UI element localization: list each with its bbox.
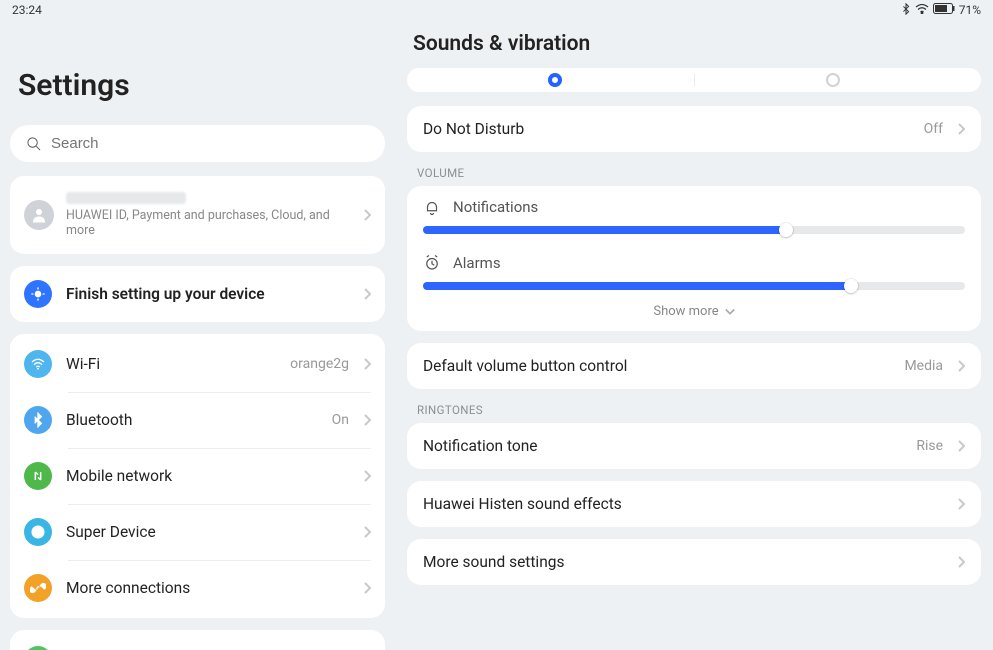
default-volume-value: Media — [904, 358, 943, 374]
bluetooth-value: On — [332, 412, 349, 428]
finish-setup-card[interactable]: Finish setting up your device — [10, 266, 385, 322]
account-card[interactable]: HUAWEI ID, Payment and purchases, Cloud,… — [10, 176, 385, 254]
wifi-label: Wi-Fi — [66, 355, 276, 373]
chevron-right-icon — [363, 414, 371, 426]
super-device-label: Super Device — [66, 523, 349, 541]
main-layout: Settings HUAWEI ID, Payment and purchase… — [0, 18, 993, 650]
bluetooth-icon — [24, 406, 52, 434]
wifi-icon — [915, 3, 929, 17]
notifications-slider[interactable] — [423, 226, 965, 234]
display-card: Home screen & wallpaper Display & bright… — [10, 630, 385, 650]
dnd-label: Do Not Disturb — [423, 120, 910, 138]
battery-icon — [933, 3, 955, 17]
dnd-card[interactable]: Do Not Disturb Off — [407, 106, 981, 152]
bell-icon — [423, 198, 441, 216]
sidebar-item-wifi[interactable]: Wi-Fi orange2g — [10, 336, 385, 392]
sidebar: Settings HUAWEI ID, Payment and purchase… — [0, 18, 395, 650]
histen-card[interactable]: Huawei Histen sound effects — [407, 481, 981, 527]
wifi-value: orange2g — [290, 356, 349, 372]
chevron-down-icon — [725, 307, 735, 317]
page-title: Settings — [18, 68, 385, 103]
more-connections-label: More connections — [66, 579, 349, 597]
section-ringtones-label: RINGTONES — [417, 403, 981, 417]
status-bar: 23:24 71% — [0, 0, 993, 18]
avatar — [24, 200, 54, 230]
notification-tone-label: Notification tone — [423, 437, 902, 455]
default-button-card[interactable]: Default volume button control Media — [407, 343, 981, 389]
chevron-right-icon — [363, 470, 371, 482]
sidebar-item-super-device[interactable]: Super Device — [10, 504, 385, 560]
pager-dot-inactive[interactable] — [826, 73, 840, 87]
status-time: 23:24 — [12, 3, 42, 17]
content-pane: Sounds & vibration Do Not Disturb Off VO… — [395, 18, 993, 650]
chevron-right-icon — [957, 440, 965, 452]
pager-dot-active[interactable] — [548, 73, 562, 87]
finish-setup-label: Finish setting up your device — [66, 285, 349, 303]
status-battery-text: 71% — [959, 3, 981, 17]
sidebar-item-mobile-network[interactable]: Mobile network — [10, 448, 385, 504]
chevron-right-icon — [957, 360, 965, 372]
chevron-right-icon — [957, 498, 965, 510]
connectivity-card: Wi-Fi orange2g Bluetooth On Mobile netwo… — [10, 334, 385, 618]
pager — [407, 68, 981, 92]
dnd-value: Off — [924, 121, 943, 137]
setup-icon — [24, 280, 52, 308]
alarms-slider[interactable] — [423, 282, 965, 290]
chevron-right-icon — [957, 123, 965, 135]
sidebar-item-more-connections[interactable]: More connections — [10, 560, 385, 616]
search-box[interactable] — [10, 125, 385, 162]
bluetooth-label: Bluetooth — [66, 411, 318, 429]
notification-tone-value: Rise — [916, 438, 943, 454]
sidebar-item-home-screen[interactable]: Home screen & wallpaper — [10, 632, 385, 650]
volume-card: Notifications Alarms Show more — [407, 186, 981, 331]
volume-alarms-label: Alarms — [453, 254, 501, 272]
default-volume-label: Default volume button control — [423, 357, 890, 375]
volume-alarms: Alarms — [407, 242, 981, 298]
mobile-network-label: Mobile network — [66, 467, 349, 485]
search-input[interactable] — [51, 135, 369, 152]
wallpaper-icon — [24, 646, 52, 650]
link-icon — [24, 574, 52, 602]
chevron-right-icon — [957, 556, 965, 568]
chevron-right-icon — [363, 526, 371, 538]
content-title: Sounds & vibration — [413, 32, 981, 56]
notification-tone-card[interactable]: Notification tone Rise — [407, 423, 981, 469]
volume-notifications: Notifications — [407, 186, 981, 242]
status-right: 71% — [901, 3, 981, 18]
bluetooth-icon — [901, 3, 911, 18]
show-more-label: Show more — [653, 304, 718, 319]
account-subtitle: HUAWEI ID, Payment and purchases, Cloud,… — [66, 208, 351, 238]
histen-label: Huawei Histen sound effects — [423, 495, 943, 513]
account-name-redacted — [66, 192, 186, 204]
search-icon — [26, 136, 41, 151]
chevron-right-icon — [363, 288, 371, 300]
volume-notifications-label: Notifications — [453, 198, 538, 216]
alarm-icon — [423, 254, 441, 272]
wifi-icon — [24, 350, 52, 378]
sidebar-item-bluetooth[interactable]: Bluetooth On — [10, 392, 385, 448]
chevron-right-icon — [363, 358, 371, 370]
chevron-right-icon — [363, 582, 371, 594]
section-volume-label: VOLUME — [417, 166, 981, 180]
more-sound-card[interactable]: More sound settings — [407, 539, 981, 585]
chevron-right-icon — [363, 209, 371, 221]
super-device-icon — [24, 518, 52, 546]
more-sound-label: More sound settings — [423, 553, 943, 571]
mobile-network-icon — [24, 462, 52, 490]
show-more-button[interactable]: Show more — [407, 298, 981, 331]
